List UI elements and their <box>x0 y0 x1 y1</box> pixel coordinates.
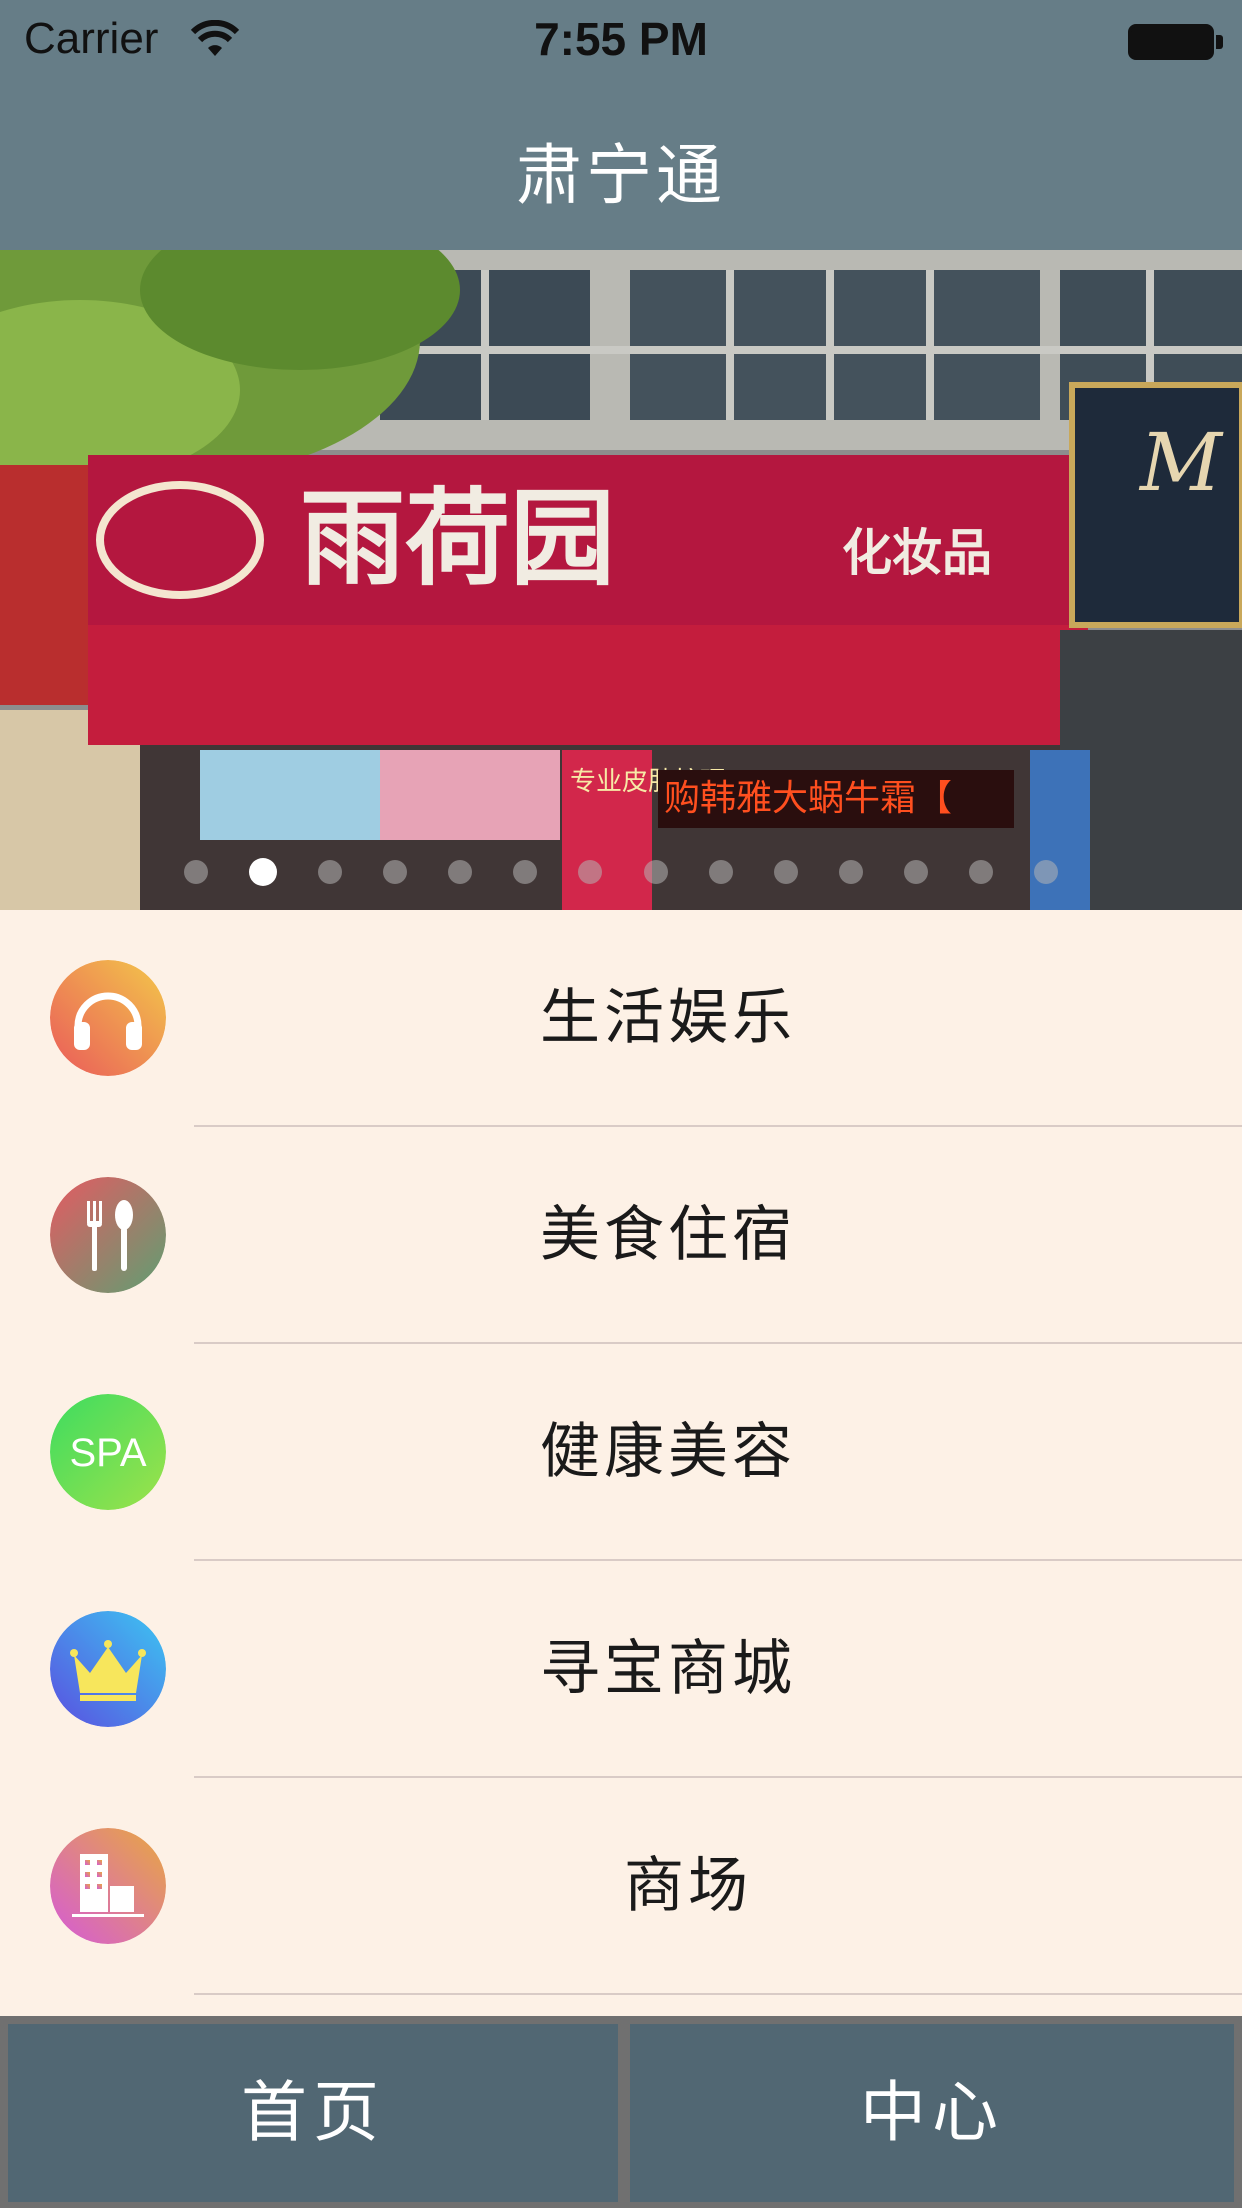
svg-text:雨荷园: 雨荷园 <box>300 478 615 600</box>
bottom-tab-bar: 首页 中心 <box>0 2016 1242 2208</box>
page-dot[interactable] <box>448 860 473 884</box>
page-dot[interactable] <box>773 860 798 884</box>
page-dot[interactable] <box>1034 860 1059 884</box>
tab-home[interactable]: 首页 <box>8 2024 618 2202</box>
menu-item-label: 健康美容 <box>540 1417 796 1487</box>
svg-text:化妆品: 化妆品 <box>842 524 992 582</box>
carousel-page-indicator[interactable] <box>0 858 1242 888</box>
headphones-icon <box>50 960 166 1076</box>
building-icon <box>50 1828 166 1944</box>
page-dot-active[interactable] <box>248 858 277 886</box>
page-dot[interactable] <box>643 860 668 884</box>
svg-text:购韩雅大蜗牛霜【: 购韩雅大蜗牛霜【 <box>664 778 952 819</box>
page-dot[interactable] <box>578 860 603 884</box>
page-dot[interactable] <box>903 860 928 884</box>
svg-text:SPA: SPA <box>69 1431 146 1475</box>
banner-carousel[interactable]: 雨荷园 化妆品 M 专业皮肤护理 购韩雅大蜗牛霜【 <box>0 250 1242 910</box>
page-dot[interactable] <box>969 860 994 884</box>
menu-item-life-entertainment[interactable]: 生活娱乐 <box>0 910 1242 1127</box>
divider <box>194 1993 1242 1995</box>
svg-text:M: M <box>1138 416 1224 509</box>
menu-item-label: 寻宝商城 <box>540 1634 796 1704</box>
menu-item-health-beauty[interactable]: SPA 健康美容 <box>0 1344 1242 1561</box>
banner-image: 雨荷园 化妆品 M 专业皮肤护理 购韩雅大蜗牛霜【 <box>0 250 1242 910</box>
tab-center[interactable]: 中心 <box>630 2024 1234 2202</box>
status-bar: Carrier 7:55 PM <box>0 0 1242 84</box>
page-dot[interactable] <box>183 860 208 884</box>
navigation-bar: 肃宁通 <box>0 84 1242 250</box>
battery-icon <box>1128 24 1223 60</box>
page-title: 肃宁通 <box>516 137 726 214</box>
page-dot[interactable] <box>838 860 863 884</box>
spa-icon: SPA <box>50 1394 166 1510</box>
status-time: 7:55 PM <box>534 13 708 65</box>
crown-icon <box>50 1611 166 1727</box>
fork-spoon-icon <box>50 1177 166 1293</box>
menu-item-treasure-mall[interactable]: 寻宝商城 <box>0 1561 1242 1778</box>
menu-item-label: 美食住宿 <box>540 1200 796 1270</box>
menu-item-food-lodging[interactable]: 美食住宿 <box>0 1127 1242 1344</box>
page-dot[interactable] <box>383 860 408 884</box>
menu-item-shopping-mall[interactable]: 商场 <box>0 1778 1242 1995</box>
menu-item-label: 商场 <box>624 1851 752 1921</box>
page-dot[interactable] <box>318 860 343 884</box>
page-dot[interactable] <box>513 860 538 884</box>
category-list: 生活娱乐 美食住宿 SPA 健康美容 寻宝商城 商场 <box>0 910 1242 1995</box>
menu-item-label: 生活娱乐 <box>540 983 796 1053</box>
page-dot[interactable] <box>708 860 733 884</box>
